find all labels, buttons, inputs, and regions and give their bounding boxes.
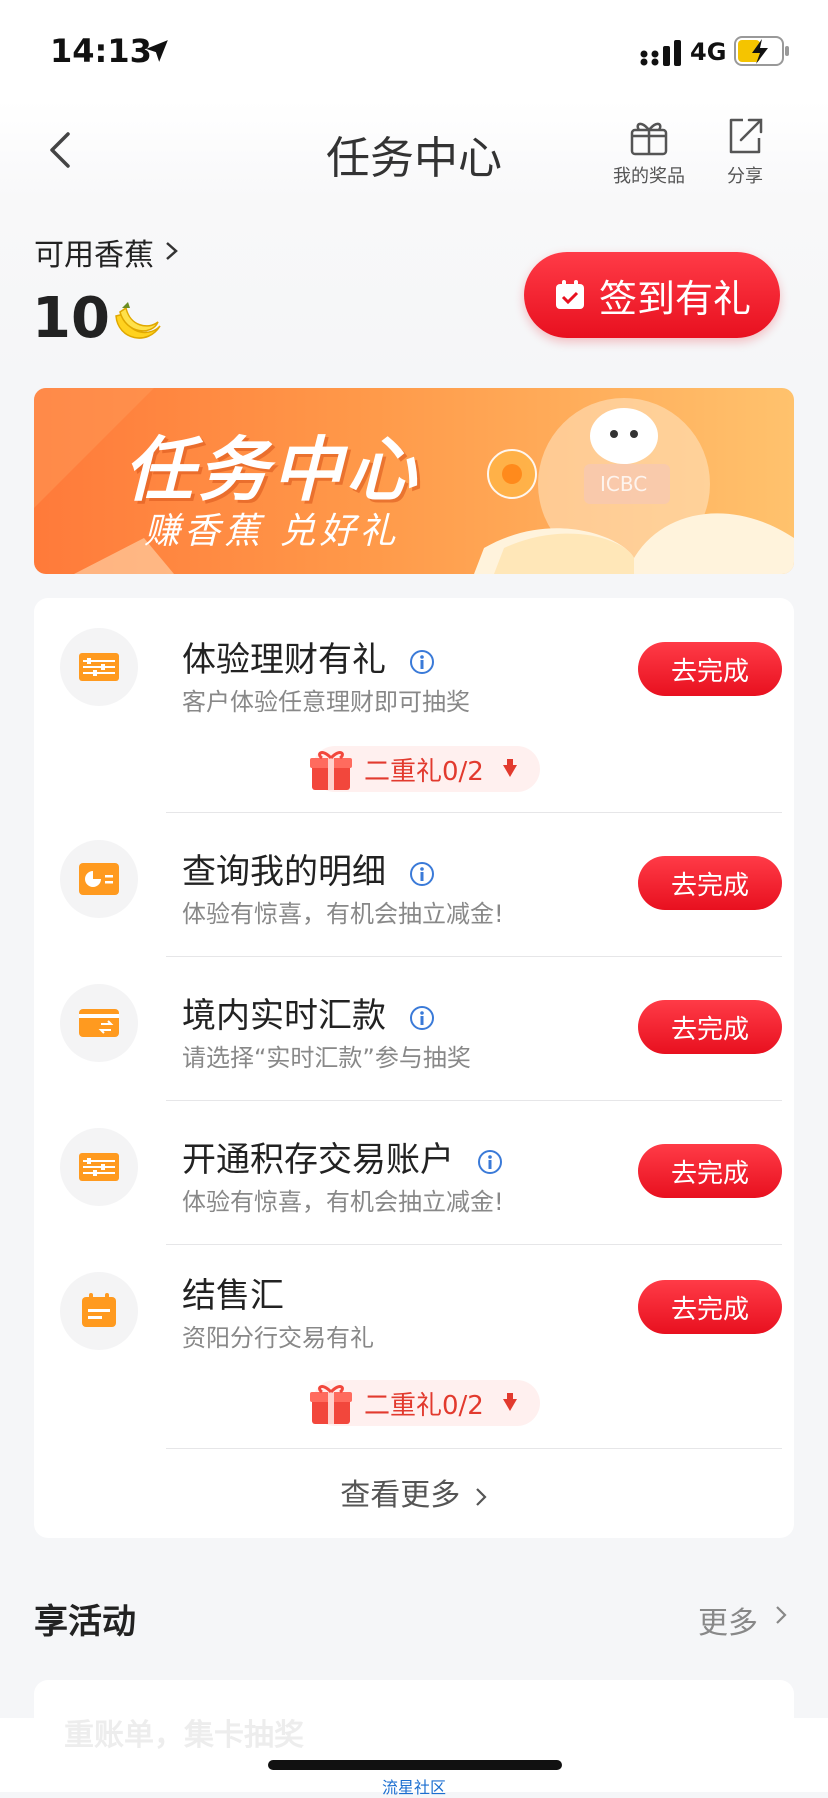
home-indicator[interactable] [268,1760,562,1770]
task-title: 体验理财有礼 [182,632,435,681]
info-icon[interactable] [409,649,435,675]
abacus-icon [79,1153,119,1181]
bonus-progress: 二重礼0/2 [364,1390,484,1421]
red-gift-icon [310,751,352,790]
divider [166,1448,782,1449]
task-title: 开通积存交易账户 [182,1132,503,1181]
status-time: 14:13 [50,32,152,70]
task-icon-bg [60,984,138,1062]
chevron-right-icon [475,1487,487,1506]
task-icon-bg [60,840,138,918]
task-icon-bg [60,1272,138,1350]
status-bar: 14:13 4G [0,0,828,100]
checkin-button[interactable]: 签到有礼 [524,252,780,338]
view-more-link[interactable]: 查看更多 [34,1470,794,1514]
pie-chart-card-icon [79,863,119,895]
signal-icon [640,40,681,66]
task-description: 体验有惊喜，有机会抽立减金! [182,1188,504,1216]
chevron-down-icon [502,1393,517,1411]
task-title: 结售汇 [182,1276,284,1316]
task-title: 查询我的明细 [182,844,435,893]
my-prizes-button[interactable]: 我的奖品 [604,114,694,188]
section-title-activities: 享活动 [34,1602,136,1642]
task-title: 境内实时汇款 [182,988,435,1037]
more-activities-link[interactable]: 更多 [698,1598,758,1642]
bonus-reward-toggle[interactable]: 二重礼0/2 [310,746,540,792]
banner-title: 任务中心 [124,429,420,511]
share-button[interactable]: 分享 [700,114,790,188]
complete-task-button[interactable]: 去完成 [638,1280,782,1334]
watermark-text: 流星社区 [381,1778,446,1797]
navigation-bar: 任务中心 我的奖品 分享 [0,100,828,200]
info-icon[interactable] [477,1149,503,1175]
balance-value: 10 [32,286,110,351]
task-description: 资阳分行交易有礼 [182,1324,374,1352]
transfer-card-icon [79,1009,119,1037]
info-icon[interactable] [409,861,435,887]
bonus-progress: 二重礼0/2 [364,756,484,787]
complete-task-button[interactable]: 去完成 [638,856,782,910]
chevron-right-icon[interactable] [164,240,180,262]
task-description: 体验有惊喜，有机会抽立减金! [182,900,504,928]
divider [166,956,782,957]
location-arrow-icon [146,40,168,62]
divider [166,812,782,813]
share-icon [729,118,763,154]
checkin-label: 签到有礼 [598,276,751,321]
task-description: 请选择“实时汇款”参与抽奖 [182,1044,471,1072]
chevron-right-icon[interactable] [774,1604,788,1626]
calendar-check-icon [555,280,584,309]
gift-icon [630,122,668,156]
chevron-down-icon [502,759,517,777]
balance-label[interactable]: 可用香蕉 [34,230,154,274]
balance-section: 可用香蕉 10 签到有礼 [0,200,828,380]
info-icon[interactable] [409,1005,435,1031]
battery-charging-icon [734,36,789,66]
bonus-reward-toggle[interactable]: 二重礼0/2 [310,1380,540,1426]
red-gift-icon [310,1385,352,1424]
task-list-card: 体验理财有礼 客户体验任意理财即可抽奖 去完成 二重礼0/2 查询我的明细 体验… [34,598,794,1538]
divider [166,1100,782,1101]
calendar-icon [82,1293,116,1327]
complete-task-button[interactable]: 去完成 [638,1144,782,1198]
task-icon-bg [60,1128,138,1206]
task-icon-bg [60,628,138,706]
divider [166,1244,782,1245]
network-type: 4G [690,38,727,66]
complete-task-button[interactable]: 去完成 [638,642,782,696]
banana-icon [115,302,161,339]
task-center-banner[interactable]: 任务中心 赚香蕉 兑好礼 ICBC [34,388,794,574]
task-description: 客户体验任意理财即可抽奖 [182,688,470,716]
banner-logo-text: ICBC [600,472,648,496]
complete-task-button[interactable]: 去完成 [638,1000,782,1054]
abacus-icon [79,653,119,681]
banner-subtitle: 赚香蕉 兑好礼 [144,511,400,552]
share-label: 分享 [727,166,763,187]
my-prizes-label: 我的奖品 [613,166,685,187]
